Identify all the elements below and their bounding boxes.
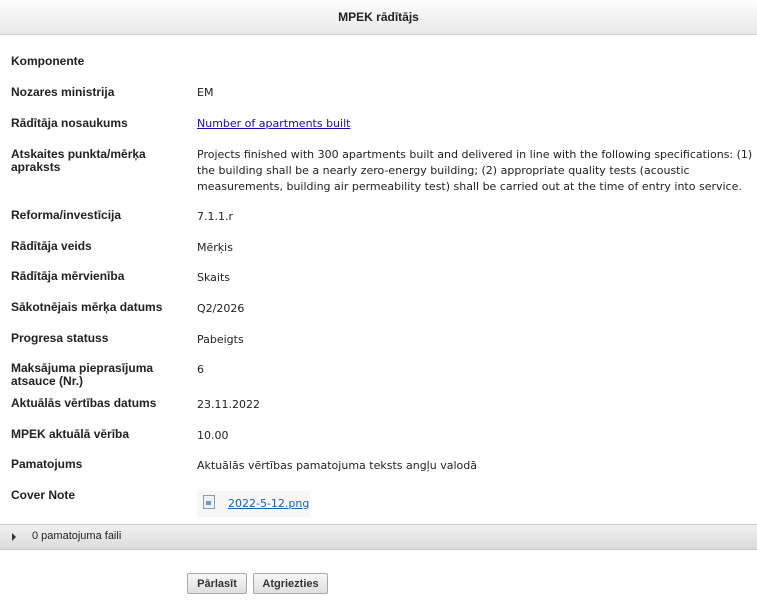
- reload-button[interactable]: Pārlasīt: [187, 573, 247, 594]
- field-label: Nozares ministrija: [11, 85, 115, 99]
- field-value: 6: [197, 363, 204, 376]
- field-value: 10.00: [197, 429, 229, 442]
- field-label: Reforma/investīcija: [11, 208, 122, 222]
- field-label: Sākotnējais mērķa datums: [11, 300, 163, 314]
- attachments-toggle-bar[interactable]: 0 pamatojuma faili: [0, 524, 757, 550]
- field-label: Maksājuma pieprasījuma atsauce (Nr.): [11, 361, 154, 388]
- expand-triangle-icon: [12, 533, 16, 541]
- attachments-count-label: 0 pamatojuma faili: [32, 530, 122, 542]
- field-label: Pamatojums: [11, 457, 83, 471]
- field-label: Atskaites punkta/mērķa apraksts: [11, 147, 146, 174]
- page-title: MPEK rādītājs: [0, 0, 757, 35]
- field-label: Rādītāja mērvienība: [11, 269, 125, 283]
- field-value: 7.1.1.r: [197, 210, 234, 223]
- back-button[interactable]: Atgriezties: [253, 573, 328, 594]
- field-label: Komponente: [11, 54, 85, 68]
- field-label: MPEK aktuālā vērība: [11, 427, 130, 441]
- field-value: Projects finished with 300 apartments bu…: [197, 148, 753, 193]
- field-label: Cover Note: [11, 488, 76, 502]
- field-label: Progresa statuss: [11, 331, 109, 345]
- field-value: Q2/2026: [197, 302, 245, 315]
- image-file-icon: [203, 495, 215, 509]
- field-value: Number of apartments built: [197, 116, 753, 132]
- field-label: Rādītāja nosaukums: [11, 116, 128, 130]
- field-label: Rādītāja veids: [11, 239, 92, 253]
- field-label: Aktuālās vērtības datums: [11, 396, 157, 410]
- field-value: Mērķis: [197, 241, 233, 254]
- field-value: Skaits: [197, 271, 230, 284]
- indicator-name-link[interactable]: Number of apartments built: [197, 117, 350, 130]
- field-value: 23.11.2022: [197, 398, 260, 411]
- cover-note-file-link[interactable]: 2022-5-12.png: [228, 497, 309, 510]
- cover-note-file: 2022-5-12.png: [197, 491, 310, 517]
- field-value: Pabeigts: [197, 333, 244, 346]
- field-value: Aktuālās vērtības pamatojuma teksts angļ…: [197, 459, 477, 472]
- field-value: EM: [197, 86, 214, 99]
